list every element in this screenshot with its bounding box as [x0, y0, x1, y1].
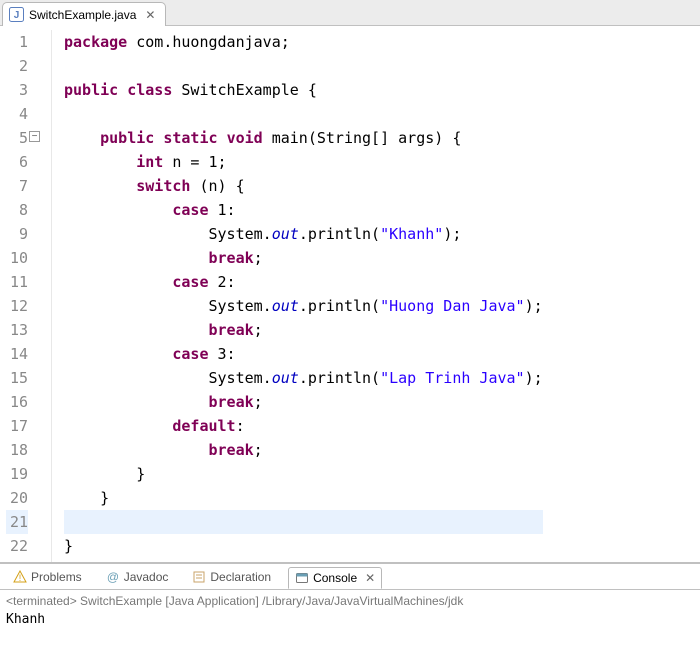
svg-text:J: J [14, 10, 20, 21]
code-line[interactable]: case 2: [64, 270, 543, 294]
fold-toggle-icon[interactable]: − [29, 131, 40, 142]
close-icon[interactable]: ✕ [365, 571, 375, 585]
tab-console[interactable]: Console ✕ [288, 567, 382, 589]
tab-problems[interactable]: ! Problems [6, 566, 89, 588]
code-line[interactable]: public static void main(String[] args) { [64, 126, 543, 150]
decl-icon [192, 570, 206, 584]
line-number: 20 [6, 486, 28, 510]
line-number: 16 [6, 390, 28, 414]
code-line[interactable]: case 3: [64, 342, 543, 366]
code-line[interactable] [64, 102, 543, 126]
at-icon: @ [106, 570, 120, 584]
console-icon [295, 571, 309, 585]
code-line[interactable]: System.out.println("Khanh"); [64, 222, 543, 246]
code-line[interactable]: break; [64, 318, 543, 342]
code-line[interactable]: int n = 1; [64, 150, 543, 174]
line-number: 3 [6, 78, 28, 102]
code-line[interactable]: switch (n) { [64, 174, 543, 198]
line-number: 5− [6, 126, 28, 150]
line-number: 19 [6, 462, 28, 486]
console-output: Khanh [6, 610, 694, 627]
code-line[interactable]: break; [64, 438, 543, 462]
editor-tab-bar: J SwitchExample.java ✕ [0, 0, 700, 26]
line-number: 6 [6, 150, 28, 174]
line-number: 4 [6, 102, 28, 126]
warning-icon: ! [13, 570, 27, 584]
line-number: 2 [6, 54, 28, 78]
tab-javadoc[interactable]: @ Javadoc [99, 566, 176, 588]
line-number: 11 [6, 270, 28, 294]
view-tab-label: Console [313, 571, 357, 585]
view-tab-label: Declaration [210, 570, 271, 584]
line-number: 13 [6, 318, 28, 342]
code-line[interactable] [64, 54, 543, 78]
line-number: 18 [6, 438, 28, 462]
code-line[interactable]: break; [64, 390, 543, 414]
close-icon[interactable]: ✕ [145, 8, 155, 22]
line-number-gutter: 12345−678910111213141516171819202122 [0, 30, 36, 562]
code-line[interactable]: System.out.println("Lap Trinh Java"); [64, 366, 543, 390]
code-editor[interactable]: 12345−678910111213141516171819202122 pac… [0, 26, 700, 562]
editor-area: J SwitchExample.java ✕ 12345−67891011121… [0, 0, 700, 563]
line-number: 1 [6, 30, 28, 54]
code-line[interactable]: package com.huongdanjava; [64, 30, 543, 54]
view-tab-label: Javadoc [124, 570, 169, 584]
line-number: 8 [6, 198, 28, 222]
code-line[interactable]: public class SwitchExample { [64, 78, 543, 102]
tab-declaration[interactable]: Declaration [185, 566, 278, 588]
line-number: 7 [6, 174, 28, 198]
svg-text:!: ! [19, 573, 22, 583]
editor-tab-label: SwitchExample.java [29, 8, 136, 22]
svg-text:@: @ [107, 570, 119, 584]
code-line[interactable]: } [64, 462, 543, 486]
console-body: <terminated> SwitchExample [Java Applica… [0, 590, 700, 629]
views-tab-bar: ! Problems @ Javadoc Declaration Console ✕ [0, 564, 700, 590]
console-status: <terminated> SwitchExample [Java Applica… [6, 592, 694, 610]
code-content[interactable]: package com.huongdanjava; public class S… [52, 30, 543, 562]
bottom-panel: ! Problems @ Javadoc Declaration Console ✕ <te… [0, 563, 700, 629]
view-tab-label: Problems [31, 570, 82, 584]
code-line[interactable]: } [64, 486, 543, 510]
line-number: 14 [6, 342, 28, 366]
code-line[interactable]: System.out.println("Huong Dan Java"); [64, 294, 543, 318]
line-number: 10 [6, 246, 28, 270]
code-line[interactable]: } [64, 534, 543, 558]
line-number: 21 [6, 510, 28, 534]
code-line[interactable] [64, 510, 543, 534]
line-number: 17 [6, 414, 28, 438]
editor-tab[interactable]: J SwitchExample.java ✕ [2, 2, 166, 26]
line-number: 15 [6, 366, 28, 390]
line-number: 9 [6, 222, 28, 246]
fold-strip [36, 30, 52, 562]
line-number: 12 [6, 294, 28, 318]
code-line[interactable]: default: [64, 414, 543, 438]
code-line[interactable]: case 1: [64, 198, 543, 222]
code-line[interactable]: break; [64, 246, 543, 270]
line-number: 22 [6, 534, 28, 558]
java-file-icon: J [9, 7, 24, 22]
